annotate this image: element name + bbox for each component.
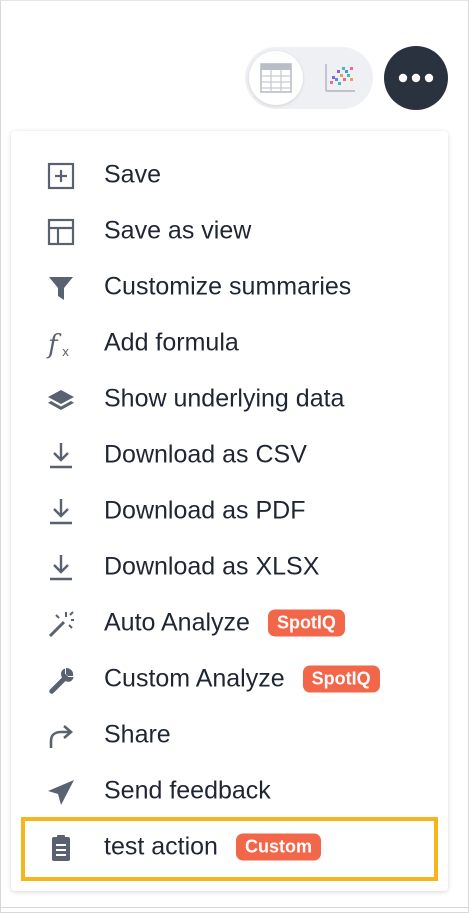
menu-item-label: Save <box>104 160 161 189</box>
save-icon <box>45 160 77 192</box>
menu-item-label: Download as CSV <box>104 440 307 469</box>
more-options-button[interactable] <box>384 46 448 110</box>
svg-text:f: f <box>46 330 62 359</box>
menu-item-download-xlsx[interactable]: Download as XLSX <box>11 539 448 595</box>
more-options-menu: Save Save as view Customize summaries f … <box>11 131 448 891</box>
menu-item-customize-summaries[interactable]: Customize summaries <box>11 259 448 315</box>
view-toggle <box>245 47 373 109</box>
more-horizontal-icon <box>398 73 434 83</box>
menu-item-download-csv[interactable]: Download as CSV <box>11 427 448 483</box>
menu-item-download-pdf[interactable]: Download as PDF <box>11 483 448 539</box>
menu-item-auto-analyze[interactable]: Auto Analyze SpotIQ <box>11 595 448 651</box>
menu-item-label: Share <box>104 720 171 749</box>
download-icon <box>45 440 77 472</box>
table-icon <box>260 63 292 93</box>
divider <box>1 907 469 908</box>
menu-item-label: Download as PDF <box>104 496 306 525</box>
menu-item-share[interactable]: Share <box>11 707 448 763</box>
wrench-icon <box>45 664 77 696</box>
menu-item-label: Add formula <box>104 328 239 357</box>
menu-item-label: Send feedback <box>104 776 271 805</box>
download-icon <box>45 496 77 528</box>
layout-icon <box>45 216 77 248</box>
menu-item-save[interactable]: Save <box>11 147 448 203</box>
menu-item-add-formula[interactable]: f x Add formula <box>11 315 448 371</box>
table-view-button[interactable] <box>249 51 303 105</box>
menu-item-label: Save as view <box>104 216 252 245</box>
share-arrow-icon <box>45 720 77 752</box>
spotiq-badge: SpotIQ <box>302 665 380 693</box>
menu-item-label: Custom Analyze SpotIQ <box>104 665 380 694</box>
filter-icon <box>45 272 77 304</box>
svg-text:x: x <box>62 345 69 359</box>
spotiq-badge: SpotIQ <box>267 609 345 637</box>
formula-icon: f x <box>45 328 77 360</box>
menu-item-label: Show underlying data <box>104 384 345 413</box>
panel: Save Save as view Customize summaries f … <box>0 0 469 913</box>
highlight-frame <box>21 817 438 881</box>
menu-item-show-underlying-data[interactable]: Show underlying data <box>11 371 448 427</box>
layers-icon <box>45 384 77 416</box>
magic-wand-icon <box>45 608 77 640</box>
chart-icon <box>325 64 355 92</box>
menu-item-custom-analyze[interactable]: Custom Analyze SpotIQ <box>11 651 448 707</box>
menu-item-label: Customize summaries <box>104 272 352 301</box>
menu-item-label: Auto Analyze SpotIQ <box>104 609 345 638</box>
menu-item-save-as-view[interactable]: Save as view <box>11 203 448 259</box>
send-icon <box>45 776 77 808</box>
download-icon <box>45 552 77 584</box>
menu-item-label: Download as XLSX <box>104 552 320 581</box>
menu-item-send-feedback[interactable]: Send feedback <box>11 763 448 819</box>
chart-view-button[interactable] <box>313 51 367 105</box>
